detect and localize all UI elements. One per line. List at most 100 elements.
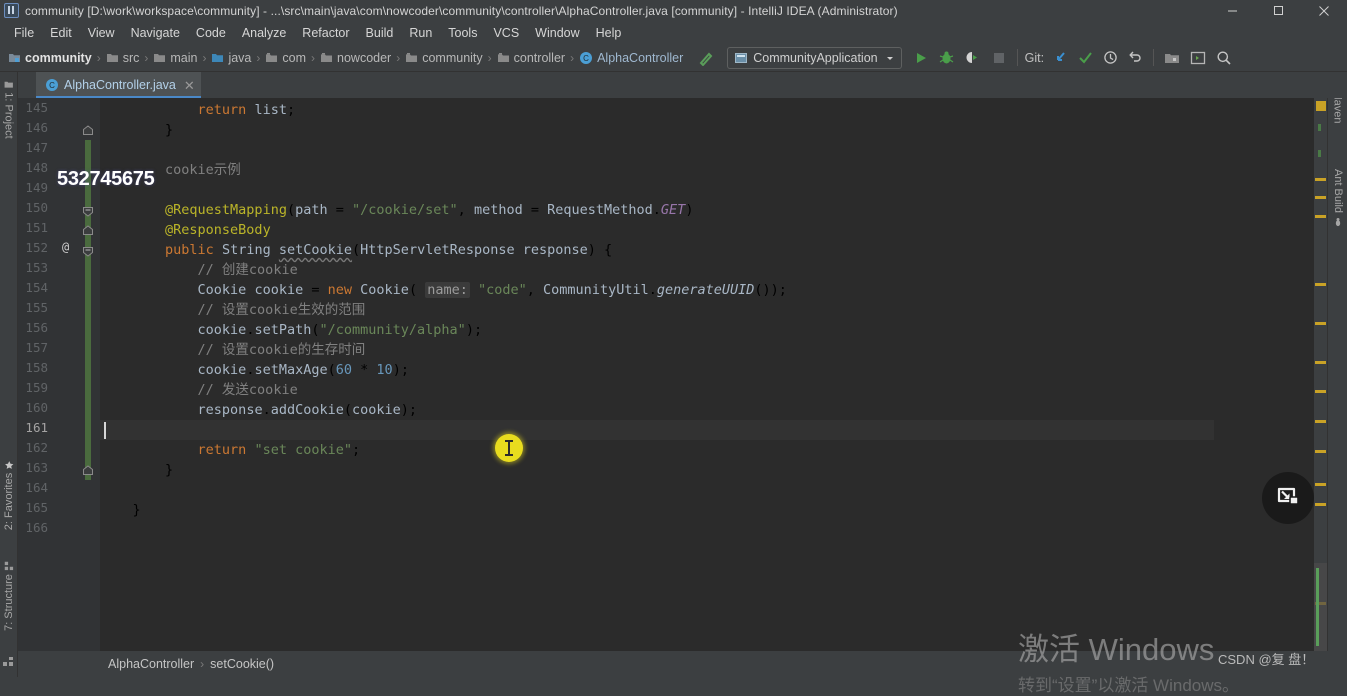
close-icon[interactable]: ✕ [184,79,195,92]
undo-arrow-icon[interactable] [1124,47,1146,69]
breadcrumb-item-nowcoder[interactable]: nowcoder [320,51,391,65]
code-line[interactable]: // 设置cookie生效的范围 [100,300,366,320]
code-line[interactable]: @ResponseBody [100,220,271,240]
code-line[interactable]: Cookie cookie = new Cookie( name: "code"… [100,280,787,300]
code-line[interactable]: return "set cookie"; [100,440,361,460]
coverage-icon[interactable] [962,47,984,69]
close-icon[interactable] [1301,0,1347,21]
code-line[interactable]: public String setCookie(HttpServletRespo… [100,240,612,260]
menu-file[interactable]: File [6,24,42,42]
code-line[interactable]: // 发送cookie [100,380,298,400]
debug-bug-icon[interactable] [936,47,958,69]
svg-text:C: C [49,81,55,90]
fold-collapse-icon[interactable] [82,204,94,217]
breadcrumb-item-main[interactable]: main [153,51,197,65]
code-line[interactable]: cookie.setPath("/community/alpha"); [100,320,483,340]
editor-marker-column[interactable] [1314,98,1327,651]
menu-window[interactable]: Window [527,24,587,42]
checkmark-icon[interactable] [1074,47,1096,69]
minimize-icon[interactable] [1209,0,1255,21]
source-root-folder-icon [211,51,224,64]
chevron-down-icon[interactable] [884,52,896,64]
warning-marker[interactable] [1315,178,1326,181]
code-line[interactable]: // 创建cookie [100,260,298,280]
annotation-gutter-icon[interactable]: @ [62,240,69,254]
menu-vcs[interactable]: VCS [485,24,527,42]
sidebar-item-favorites[interactable]: 2: Favorites [0,452,18,538]
inspection-status-icon[interactable] [1316,101,1326,111]
menu-analyze[interactable]: Analyze [234,24,294,42]
show-tool-windows-icon[interactable] [2,655,15,673]
warning-marker[interactable] [1315,322,1326,325]
code-editor[interactable]: 145 146 147 148 149 150 151 152 153 154 155 156 157 1… [18,98,1327,651]
breadcrumb-item-community-package[interactable]: community [405,51,483,65]
code-line[interactable]: cookie.setMaxAge(60 * 10); [100,360,409,380]
code-line[interactable]: } [100,460,173,480]
vcs-marker[interactable] [1318,150,1321,157]
breadcrumb-method[interactable]: setCookie() [210,657,274,671]
menu-view[interactable]: View [80,24,123,42]
screen-capture-icon [1277,487,1299,505]
csdn-watermark: CSDN @复 盘！ [1218,652,1315,667]
clock-icon[interactable] [1099,47,1121,69]
warning-marker[interactable] [1315,483,1326,486]
intellij-idea-icon [4,3,19,18]
menu-edit[interactable]: Edit [42,24,80,42]
sidebar-item-project[interactable]: 1: Project [0,72,18,146]
code-line[interactable]: } [100,120,173,140]
vcs-marker[interactable] [1318,124,1321,131]
title-bar: community [D:\work\workspace\community] … [0,0,1347,21]
mouse-cursor-highlight [495,434,523,462]
breadcrumb-item-community-module[interactable]: community [8,51,92,65]
warning-marker[interactable] [1315,215,1326,218]
toolbar-divider [1153,49,1155,66]
menu-code[interactable]: Code [188,24,234,42]
code-line[interactable]: // 设置cookie的生存时间 [100,340,366,360]
menu-build[interactable]: Build [358,24,402,42]
fold-collapse-icon[interactable] [82,244,94,257]
breadcrumb-item-com[interactable]: com [265,51,306,65]
breadcrumb-item-controller[interactable]: controller [497,51,565,65]
run-triangle-icon[interactable] [910,47,932,69]
java-class-icon: C [579,51,593,65]
project-folder-icon [4,81,14,88]
warning-marker[interactable] [1315,196,1326,199]
menu-help[interactable]: Help [588,24,630,42]
fold-end-icon[interactable] [82,224,94,236]
project-structure-icon[interactable] [1161,47,1183,69]
warning-marker[interactable] [1315,450,1326,453]
restore-icon[interactable] [1255,0,1301,21]
settings-window-icon[interactable] [1187,47,1209,69]
breadcrumb-item-java[interactable]: java [211,51,251,65]
editor-tab-alphacontroller[interactable]: C AlphaController.java ✕ [36,72,201,98]
breadcrumb-item-alphacontroller[interactable]: C AlphaController [579,51,683,65]
run-configuration-selector[interactable]: CommunityApplication [727,46,902,69]
fold-end-icon[interactable] [82,464,94,476]
code-line[interactable]: } [100,500,141,520]
search-icon[interactable] [1213,47,1235,69]
code-text-area[interactable]: return list; } cookie示例 @RequestMapping(… [100,98,1327,651]
breadcrumb-class[interactable]: AlphaController [108,657,194,671]
menu-refactor[interactable]: Refactor [294,24,357,42]
sidebar-item-ant-build[interactable]: Ant Build [1328,152,1347,244]
menu-tools[interactable]: Tools [440,24,485,42]
fold-end-icon[interactable] [82,124,94,136]
warning-marker[interactable] [1315,420,1326,423]
hammer-icon[interactable] [695,47,717,69]
warning-marker[interactable] [1315,390,1326,393]
warning-marker[interactable] [1315,361,1326,364]
spring-boot-icon [733,50,749,66]
screen-capture-floating-button[interactable] [1262,472,1314,524]
vcs-change-marker[interactable] [85,140,91,480]
code-line[interactable]: return list; [100,100,296,120]
sidebar-item-label: 7: Structure [3,574,16,631]
breadcrumb-item-src[interactable]: src [106,51,139,65]
menu-run[interactable]: Run [401,24,440,42]
warning-marker[interactable] [1315,503,1326,506]
code-line[interactable]: response.addCookie(cookie); [100,400,418,420]
update-arrow-icon[interactable] [1049,47,1071,69]
sidebar-item-structure[interactable]: 7: Structure [0,552,18,640]
code-line[interactable]: @RequestMapping(path = "/cookie/set", me… [100,200,693,220]
menu-navigate[interactable]: Navigate [123,24,188,42]
warning-marker[interactable] [1315,283,1326,286]
